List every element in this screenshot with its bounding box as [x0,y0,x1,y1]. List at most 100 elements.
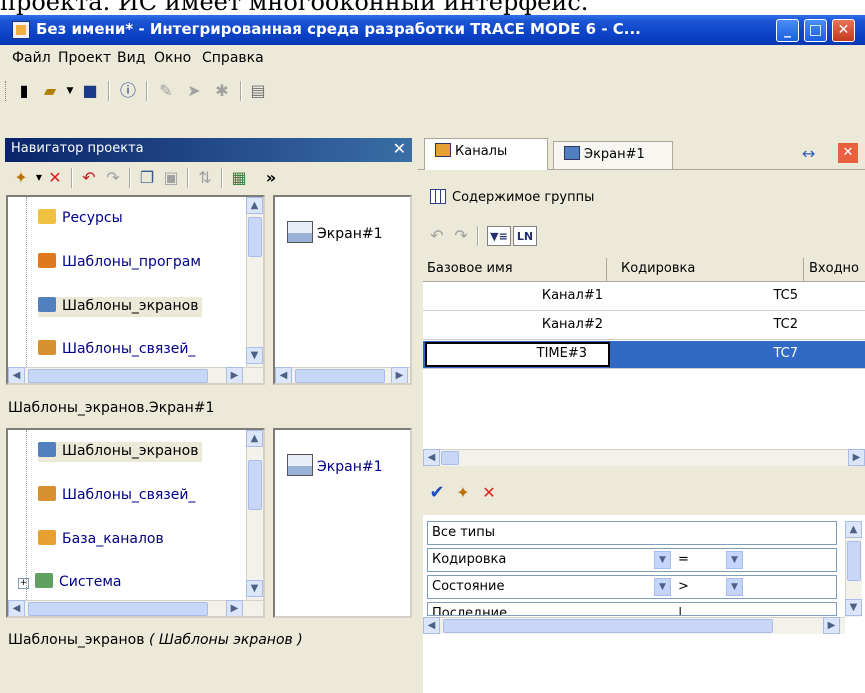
expand-plus-icon[interactable]: + [18,578,29,589]
properties-icon[interactable]: ▦ [229,168,249,188]
table-row-selected[interactable]: TIME#3 TC7 [423,341,865,369]
tree-item-screen-templates[interactable]: Шаблоны_экранов [38,442,203,462]
cell-editor[interactable]: TIME#3 [425,342,610,367]
scroll-right-icon[interactable]: ▶ [848,449,865,466]
tree-item-system[interactable]: + Система [18,573,121,593]
info-icon[interactable]: ⓘ [118,81,138,101]
open-dropdown-icon[interactable]: ▼ [60,81,80,101]
chevron-down-icon[interactable]: ▼ [654,578,671,596]
scroll-right-icon[interactable]: ▶ [391,367,408,383]
delete-icon[interactable]: ✕ [45,168,65,188]
horizontal-scrollbar[interactable]: ◀ ▶ [8,600,263,616]
tab-scroll-arrows-icon[interactable]: ↔ [802,144,815,163]
vertical-scrollbar[interactable]: ▲ ▼ [246,430,263,600]
filter-row-state[interactable]: Состояние ▼ > ▼ [427,575,837,599]
scroll-thumb[interactable] [248,460,262,510]
scroll-left-icon[interactable]: ◀ [8,600,25,616]
scroll-right-icon[interactable]: ▶ [226,600,243,616]
scroll-left-icon[interactable]: ◀ [8,367,25,383]
scroll-up-icon[interactable]: ▲ [246,430,263,447]
filter-all-types[interactable]: Все типы [427,521,837,545]
chevron-down-icon[interactable]: ▼ [654,551,671,569]
scroll-down-icon[interactable]: ▼ [246,580,263,597]
redo-icon[interactable]: ↷ [451,226,471,246]
menu-window[interactable]: Окно [154,50,191,66]
undo-icon[interactable]: ↶ [427,226,447,246]
vertical-scrollbar[interactable]: ▲ ▼ [845,521,862,617]
scroll-thumb[interactable] [847,541,861,581]
close-button[interactable]: ✕ [832,19,855,42]
open-folder-icon[interactable]: ▰ [40,81,60,101]
filter-icon[interactable]: ▼≡ [487,226,511,246]
tree-item-screen-templates[interactable]: Шаблоны_экранов [38,297,203,317]
title-bar[interactable]: Без имени* - Интегрированная среда разра… [0,15,865,45]
column-divider[interactable] [606,258,607,282]
scroll-thumb[interactable] [28,369,208,383]
horizontal-scrollbar[interactable]: ◀ ▶ [423,449,865,466]
scroll-right-icon[interactable]: ▶ [226,367,243,383]
delete-icon[interactable]: ✕ [479,483,499,503]
menu-help[interactable]: Справка [202,50,264,66]
screen-item[interactable]: Экран#1 [287,454,383,476]
column-header-encoding[interactable]: Кодировка [621,261,695,276]
horizontal-scrollbar[interactable]: ◀ ▶ [423,617,845,634]
minimize-button[interactable]: _ [776,19,799,42]
menu-view[interactable]: Вид [117,50,145,66]
chevron-down-icon[interactable]: ▼ [726,551,743,569]
tree-item-channel-base[interactable]: База_каналов [38,530,164,550]
scroll-thumb[interactable] [248,217,262,257]
scroll-thumb[interactable] [28,602,208,616]
create-icon[interactable]: ✦ [453,483,473,503]
screen-item[interactable]: Экран#1 [287,221,383,243]
copy-icon[interactable]: ❐ [137,168,157,188]
tree-item-link-templates[interactable]: Шаблоны_связей_ [38,340,195,360]
tab-close-icon[interactable]: ✕ [838,143,858,163]
scroll-thumb[interactable] [441,451,459,465]
column-header-base-name[interactable]: Базовое имя [427,261,513,276]
horizontal-scrollbar[interactable]: ◀ ▶ [8,367,263,383]
run-icon[interactable]: ➤ [184,81,204,101]
filter-row-last[interactable]: Последние | [427,602,837,616]
more-tools-icon[interactable]: » [261,168,281,188]
new-file-icon[interactable]: ▮ [14,81,34,101]
menu-project[interactable]: Проект [58,50,111,66]
tab-channels[interactable]: Каналы [424,138,548,170]
apply-check-icon[interactable]: ✔ [427,483,447,503]
save-icon[interactable]: ■ [80,81,100,101]
scroll-down-icon[interactable]: ▼ [845,599,862,616]
horizontal-scrollbar[interactable]: ◀ ▶ [275,367,410,383]
table-row[interactable]: Канал#1 TC5 [423,283,865,311]
navigator-close-icon[interactable]: ✕ [393,139,406,158]
create-icon[interactable]: ✦ [11,168,31,188]
ln-toggle-icon[interactable]: LN [513,226,537,246]
redo-icon[interactable]: ↷ [103,168,123,188]
scroll-right-icon[interactable]: ▶ [823,617,840,634]
toolbar-grip[interactable] [5,81,8,101]
build-icon[interactable]: ✎ [156,81,176,101]
undo-icon[interactable]: ↶ [79,168,99,188]
print-icon[interactable]: ▤ [248,81,268,101]
scroll-down-icon[interactable]: ▼ [246,347,263,364]
filter-row-encoding[interactable]: Кодировка ▼ = ▼ [427,548,837,572]
maximize-button[interactable]: □ [804,19,827,42]
scroll-thumb[interactable] [295,369,385,383]
scroll-up-icon[interactable]: ▲ [246,197,263,214]
debug-bug-icon[interactable]: ✱ [212,81,232,101]
chevron-down-icon[interactable]: ▼ [726,578,743,596]
tree-item-program-templates[interactable]: Шаблоны_програм [38,253,201,273]
scroll-left-icon[interactable]: ◀ [275,367,292,383]
tree-item-resources[interactable]: Ресурсы [38,209,123,229]
scroll-left-icon[interactable]: ◀ [423,617,440,634]
paste-icon[interactable]: ▣ [161,168,181,188]
column-divider[interactable] [803,258,804,282]
tree-item-link-templates[interactable]: Шаблоны_связей_ [38,486,195,506]
sort-icon[interactable]: ⇅ [195,168,215,188]
column-header-input[interactable]: Входно [809,261,859,276]
scroll-thumb[interactable] [443,619,773,633]
vertical-scrollbar[interactable]: ▲ ▼ [246,197,263,367]
menu-file[interactable]: Файл [12,50,51,66]
scroll-up-icon[interactable]: ▲ [845,521,862,538]
tab-screen[interactable]: Экран#1 [553,141,673,169]
scroll-left-icon[interactable]: ◀ [423,449,440,466]
table-row[interactable]: Канал#2 TC2 [423,312,865,340]
